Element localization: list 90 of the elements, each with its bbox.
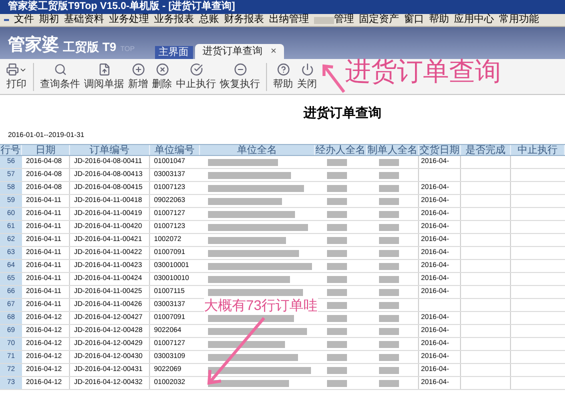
column-header: 制单人全名: [367, 145, 419, 155]
blurred-text-block: [379, 250, 399, 256]
blurred-text-block: [379, 366, 399, 374]
blurred-text-block: [327, 198, 347, 204]
blurred-text-block: [327, 276, 347, 282]
toolbar-button[interactable]: 查询条件: [38, 63, 82, 90]
toolbar-button[interactable]: 关闭: [295, 63, 319, 90]
menu-item[interactable]: 文件: [14, 14, 34, 26]
blurred-text-block: [327, 250, 347, 256]
blurred-text-block: [327, 314, 347, 322]
blurred-text-block: [379, 354, 399, 360]
blurred-text-block: [379, 262, 399, 270]
blurred-text-block: [379, 210, 399, 218]
annotation-text: 大概有73行订单哇: [204, 298, 318, 312]
toolbar-button[interactable]: 恢复执行: [218, 63, 262, 90]
blurred-text-block: [379, 236, 399, 244]
blurred-text-block: [327, 184, 347, 192]
page-title: 进货订单查询: [302, 104, 382, 122]
blurred-text-block: [327, 224, 347, 230]
power-icon: [300, 63, 314, 76]
column-header: 行号: [0, 145, 22, 155]
blurred-text-block: [327, 158, 347, 166]
window-title: 管家婆工贸版T9Top V15.0-单机版 - [进货订单查询]: [0, 0, 565, 14]
menu-item[interactable]: 管理: [314, 14, 354, 26]
blurred-text-block: [379, 172, 399, 178]
toolbar-button[interactable]: 新增: [126, 63, 150, 90]
blurred-text-block: [327, 262, 347, 270]
menu-item[interactable]: 帮助: [429, 14, 449, 26]
blurred-text-block: [379, 288, 399, 296]
delete-icon: [156, 63, 168, 76]
menu-item[interactable]: 出纳管理: [269, 14, 309, 26]
menu-item[interactable]: 业务处理: [109, 14, 149, 26]
column-header: 订单编号: [70, 145, 150, 155]
column-header: 日期: [22, 145, 70, 155]
toolbar-button[interactable]: 中止执行: [174, 63, 218, 90]
blurred-text-block: [327, 172, 347, 178]
blurred-text-block: [327, 328, 347, 334]
annotation-arrow: [206, 316, 266, 386]
close-icon[interactable]: ×: [270, 44, 276, 59]
blurred-text-block: [379, 340, 399, 348]
check-circle-icon: [190, 63, 202, 76]
toolbar-button[interactable]: 打印: [4, 63, 29, 90]
menu-item[interactable]: 期初: [39, 14, 59, 26]
menu-item[interactable]: 业务报表: [154, 14, 194, 26]
blurred-text-block: [327, 288, 347, 296]
menu-item[interactable]: 总账: [199, 14, 219, 26]
column-header: 单位编号: [150, 145, 200, 155]
column-header: 是否完成: [461, 145, 511, 155]
blurred-text-block: [327, 210, 347, 218]
minus-circle-icon: [234, 63, 246, 76]
help-icon: [276, 63, 290, 76]
blurred-text-block: [327, 340, 347, 348]
menu-item[interactable]: 应用中心: [454, 14, 494, 26]
document-icon: [98, 63, 110, 76]
printer-icon: [6, 63, 19, 76]
search-icon: [54, 63, 66, 76]
blurred-text-block: [327, 302, 347, 308]
menu-item[interactable]: 固定资产: [359, 14, 399, 26]
blurred-text-block: [379, 302, 399, 308]
tab[interactable]: 进货订单查询 ×: [194, 44, 284, 59]
tab[interactable]: 主界面: [154, 46, 193, 59]
blurred-text-block: [379, 276, 399, 282]
column-header: 单位全名: [200, 145, 315, 155]
blurred-text-block: [327, 366, 347, 374]
blurred-text-block: [379, 198, 399, 204]
toolbar-button[interactable]: 帮助: [271, 63, 295, 90]
blurred-text-block: [379, 380, 399, 386]
plus-icon: [132, 63, 144, 76]
blurred-text-block: [379, 328, 399, 334]
toolbar-button[interactable]: 调阅单据: [82, 63, 126, 90]
menu-item[interactable]: 常用功能: [499, 14, 539, 26]
logo-text: 管家婆: [8, 36, 59, 53]
toolbar-button[interactable]: 删除: [150, 63, 174, 90]
column-header: 中止执行: [511, 145, 565, 155]
blurred-text-block: [208, 158, 278, 166]
blurred-text-block: [379, 224, 399, 230]
blurred-text-block: [327, 354, 347, 360]
menu-item[interactable]: 基础资料: [64, 14, 104, 26]
annotation-arrow: [322, 64, 346, 94]
blurred-text-block: [327, 236, 347, 244]
blurred-text-block: [379, 184, 399, 192]
column-header: 交货日期: [419, 145, 461, 155]
blurred-text-block: [379, 158, 399, 166]
logo-edition: 工贸版 T9: [63, 41, 116, 53]
menu-item[interactable]: 财务报表: [224, 14, 264, 26]
menu-item[interactable]: 窗口: [404, 14, 424, 26]
annotation-text: 进货订单查询: [345, 58, 501, 84]
blurred-text-block: [379, 314, 399, 322]
blurred-text-block: [327, 380, 347, 386]
column-header: 经办人全名: [315, 145, 367, 155]
